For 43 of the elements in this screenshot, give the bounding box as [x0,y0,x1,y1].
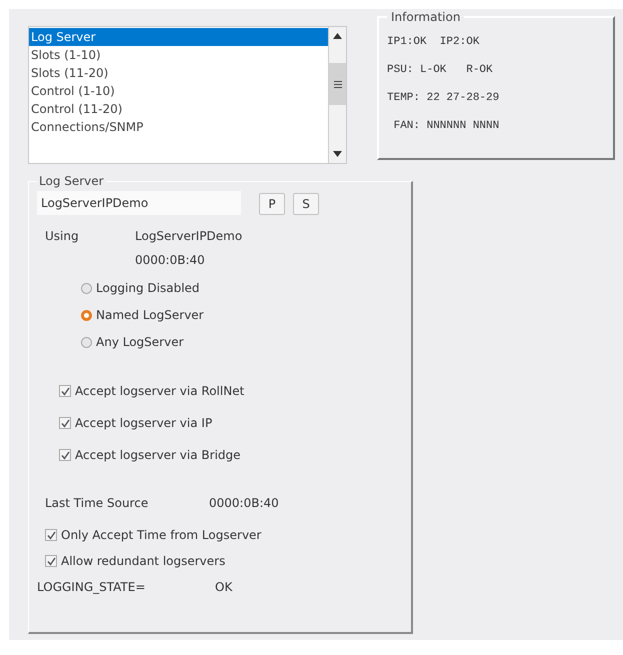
checkbox[interactable] [45,555,57,567]
radio-button[interactable] [81,282,92,294]
status-text: TEMP: 22 27-28-29 [387,91,500,106]
option-label: Logging Disabled [96,281,200,295]
checkbox[interactable] [59,417,71,429]
option-label: Any LogServer [96,335,184,349]
list-item[interactable]: Log Server [29,28,328,46]
list-item[interactable]: Control (11-20) [29,100,328,118]
list-item[interactable]: Slots (11-20) [29,64,328,82]
scrollbar[interactable] [328,27,346,163]
action-button[interactable]: P [259,193,285,215]
server-field[interactable]: LogServerIPDemo [37,190,241,214]
status-text: IP1:OK IP2:OK [387,35,480,50]
option-label: Allow redundant logservers [61,554,226,568]
option-label: Accept logserver via RollNet [75,384,244,398]
panel-title: Information [390,10,462,24]
scroll-up-icon[interactable] [333,33,342,39]
action-button[interactable]: S [293,193,319,215]
field-value: 0000:0B:40 [209,496,279,510]
checkbox[interactable] [45,529,57,541]
list-item[interactable]: Connections/SNMP [29,118,328,136]
field-value: OK [215,580,232,594]
list-item[interactable]: Control (1-10) [29,82,328,100]
list-item[interactable]: Slots (1-10) [29,46,328,64]
field-value: 0000:0B:40 [135,253,205,267]
radio-button[interactable] [81,336,92,348]
option-label: Only Accept Time from Logserver [61,528,262,542]
checkbox[interactable] [59,449,71,461]
option-label: Accept logserver via Bridge [75,448,241,462]
status-text: PSU: L-OK R-OK [387,63,494,78]
grip-icon [334,80,342,88]
option-label: Named LogServer [96,308,204,322]
status-text: FAN: NNNNNN NNNN [392,119,500,134]
radio-button[interactable] [81,310,92,320]
checkbox[interactable] [59,385,71,397]
field-label: Last Time Source [45,496,150,510]
field-value: LogServerIPDemo [135,229,242,243]
scroll-down-icon[interactable] [333,151,342,157]
panel-title: Log Server [38,174,105,188]
scroll-thumb[interactable] [329,63,346,105]
field-label: LOGGING_STATE= [37,580,146,594]
field-label: Using [45,229,80,243]
option-label: Accept logserver via IP [75,416,212,430]
